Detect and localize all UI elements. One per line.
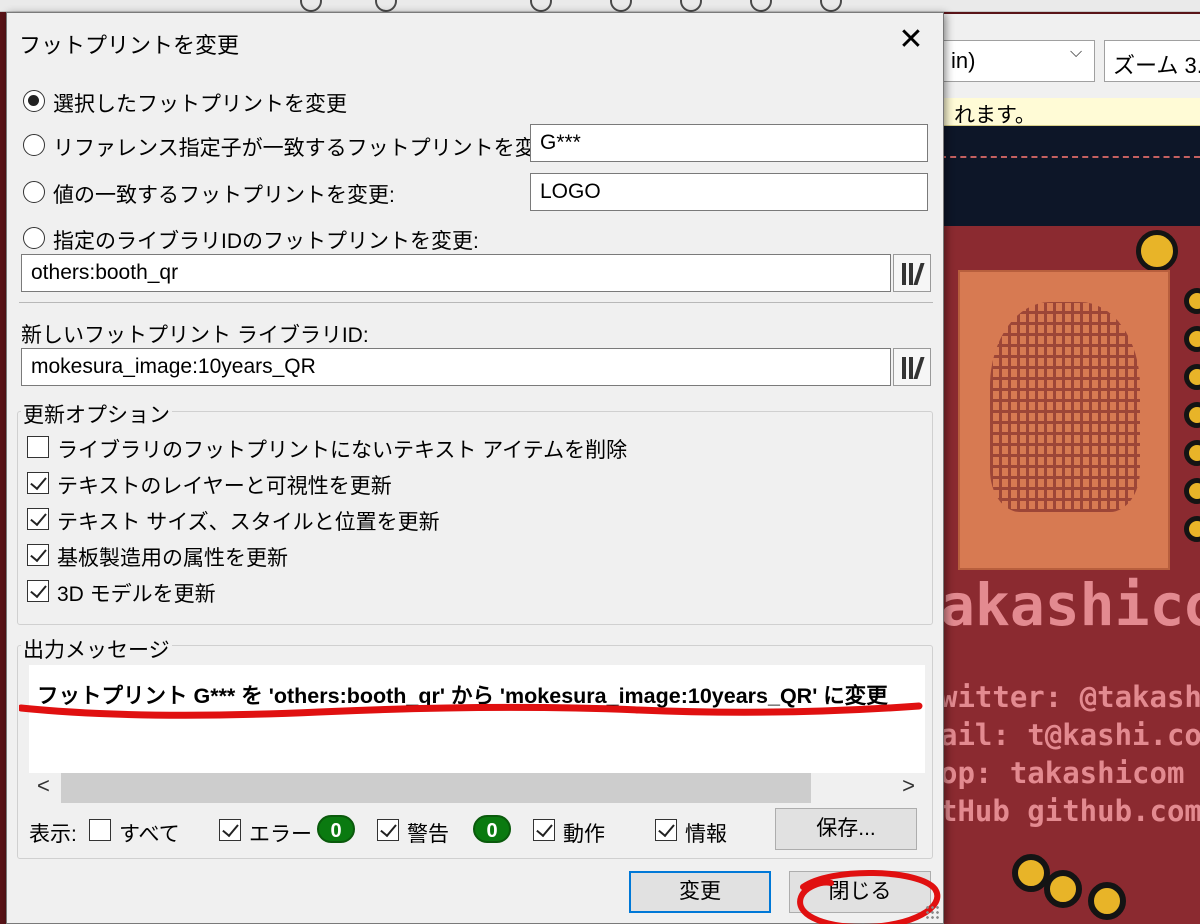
pcb-pad xyxy=(1136,230,1178,272)
apply-change-button[interactable]: 変更 xyxy=(629,871,771,913)
checkbox-update-text-layers[interactable] xyxy=(27,472,49,494)
value-filter-input[interactable]: LOGO xyxy=(530,173,928,211)
reference-filter-input[interactable]: G*** xyxy=(530,124,928,162)
radio-by-value[interactable] xyxy=(23,181,45,203)
info-bar: れます。 xyxy=(940,98,1200,126)
new-library-id-label: 新しいフットプリント ライブラリID: xyxy=(21,324,369,347)
library-books-icon xyxy=(902,357,906,379)
checkbox-remove-text-items[interactable] xyxy=(27,436,49,458)
change-footprint-dialog: フットプリントを変更 ✕ 選択したフットプリントを変更 リファレンス指定子が一致… xyxy=(6,12,944,924)
checkbox-update-3d-models[interactable] xyxy=(27,580,49,602)
new-library-browse-button[interactable] xyxy=(893,348,931,386)
pcb-canvas-top[interactable] xyxy=(940,126,1200,226)
pcb-silkscreen-line: ail: t@kashi.com xyxy=(940,718,1200,752)
checkbox-show-actions[interactable] xyxy=(533,819,555,841)
zoom-icon[interactable] xyxy=(750,0,772,12)
toolbar-tool-icon[interactable] xyxy=(530,0,552,12)
pcb-silkscreen-image xyxy=(958,270,1170,570)
checkbox-show-all[interactable] xyxy=(89,819,111,841)
filter-all-label[interactable]: すべて xyxy=(119,818,180,848)
checkbox-show-errors[interactable] xyxy=(219,819,241,841)
pcb-pad xyxy=(1184,440,1200,466)
save-button[interactable]: 保存... xyxy=(775,808,917,850)
filter-actions-label[interactable]: 動作 xyxy=(563,818,605,848)
chevron-down-icon[interactable]: ⌵ xyxy=(1070,44,1082,62)
radio-selected-footprint[interactable] xyxy=(23,90,45,112)
annotation-red-underline xyxy=(19,702,923,719)
option-label-library-id[interactable]: 指定のライブラリIDのフットプリントを変更: xyxy=(53,225,479,255)
zoom-select[interactable]: ズーム 3.5 xyxy=(1104,40,1200,82)
pcb-pad xyxy=(1184,326,1200,352)
separator xyxy=(19,302,933,303)
zoom-icon[interactable] xyxy=(820,0,842,12)
horizontal-scrollbar[interactable]: < > xyxy=(29,773,925,803)
checkbox-show-infos[interactable] xyxy=(655,819,677,841)
radio-by-reference[interactable] xyxy=(23,134,45,156)
pcb-silkscreen-title: akashicom xyxy=(940,571,1200,639)
zoom-icon[interactable] xyxy=(610,0,632,12)
errors-count-badge: 0 xyxy=(317,815,355,843)
update-options-label: 更新オプション xyxy=(21,399,172,429)
option-update-text-layers[interactable]: テキストのレイヤーと可視性を更新 xyxy=(57,470,392,500)
pcb-pad xyxy=(1088,882,1126,920)
option-label-reference[interactable]: リファレンス指定子が一致するフットプリントを変更: xyxy=(53,132,562,162)
filter-errors-label[interactable]: エラー xyxy=(249,818,312,848)
pcb-silkscreen-line: op: takashicom xyxy=(940,756,1185,790)
output-messages-label: 出力メッセージ xyxy=(21,634,172,664)
library-browse-button[interactable] xyxy=(893,254,931,292)
filter-warnings-label[interactable]: 警告 xyxy=(407,818,449,848)
library-id-filter-input[interactable]: others:booth_qr xyxy=(21,254,891,292)
toolbar-tool-icon[interactable] xyxy=(300,0,322,12)
pcb-pad xyxy=(1184,516,1200,542)
filter-infos-label[interactable]: 情報 xyxy=(685,818,727,848)
warnings-count-badge: 0 xyxy=(473,815,511,843)
radio-by-library-id[interactable] xyxy=(23,227,45,249)
pcb-silkscreen-line: witter: @takashicom xyxy=(940,680,1200,714)
pcb-pad xyxy=(1184,364,1200,390)
new-library-id-input[interactable]: mokesura_image:10years_QR xyxy=(21,348,891,386)
pcb-pad xyxy=(1184,478,1200,504)
pcb-pad xyxy=(1184,402,1200,428)
option-remove-text-items[interactable]: ライブラリのフットプリントにないテキスト アイテムを削除 xyxy=(57,434,627,464)
pcb-canvas[interactable]: akashicom witter: @takashicom ail: t@kas… xyxy=(940,226,1200,924)
pcb-pad xyxy=(1044,870,1082,908)
scroll-right-arrow[interactable]: > xyxy=(902,773,915,799)
pcb-pad xyxy=(1184,288,1200,314)
option-label-selected[interactable]: 選択したフットプリントを変更 xyxy=(53,88,347,118)
scroll-left-arrow[interactable]: < xyxy=(37,773,50,799)
dialog-title: フットプリントを変更 xyxy=(19,33,240,58)
option-label-value[interactable]: 値の一致するフットプリントを変更: xyxy=(53,179,395,209)
resize-grip[interactable] xyxy=(925,905,939,919)
app-toolbar xyxy=(0,0,1200,12)
option-update-3d-models[interactable]: 3D モデルを更新 xyxy=(57,578,216,608)
checkbox-update-fab-attributes[interactable] xyxy=(27,544,49,566)
annotation-red-circle xyxy=(797,869,941,924)
option-update-text-size[interactable]: テキスト サイズ、スタイルと位置を更新 xyxy=(57,506,440,536)
scroll-thumb[interactable] xyxy=(61,773,811,803)
checkbox-update-text-size[interactable] xyxy=(27,508,49,530)
zoom-icon[interactable] xyxy=(680,0,702,12)
close-icon[interactable]: ✕ xyxy=(893,23,929,59)
show-filter-label: 表示: xyxy=(29,823,77,846)
pcb-silkscreen-line: tHub github.com/ xyxy=(940,794,1200,828)
checkbox-show-warnings[interactable] xyxy=(377,819,399,841)
toolbar-tool-icon[interactable] xyxy=(375,0,397,12)
library-books-icon xyxy=(902,263,906,285)
option-update-fab-attributes[interactable]: 基板製造用の属性を更新 xyxy=(57,542,288,572)
